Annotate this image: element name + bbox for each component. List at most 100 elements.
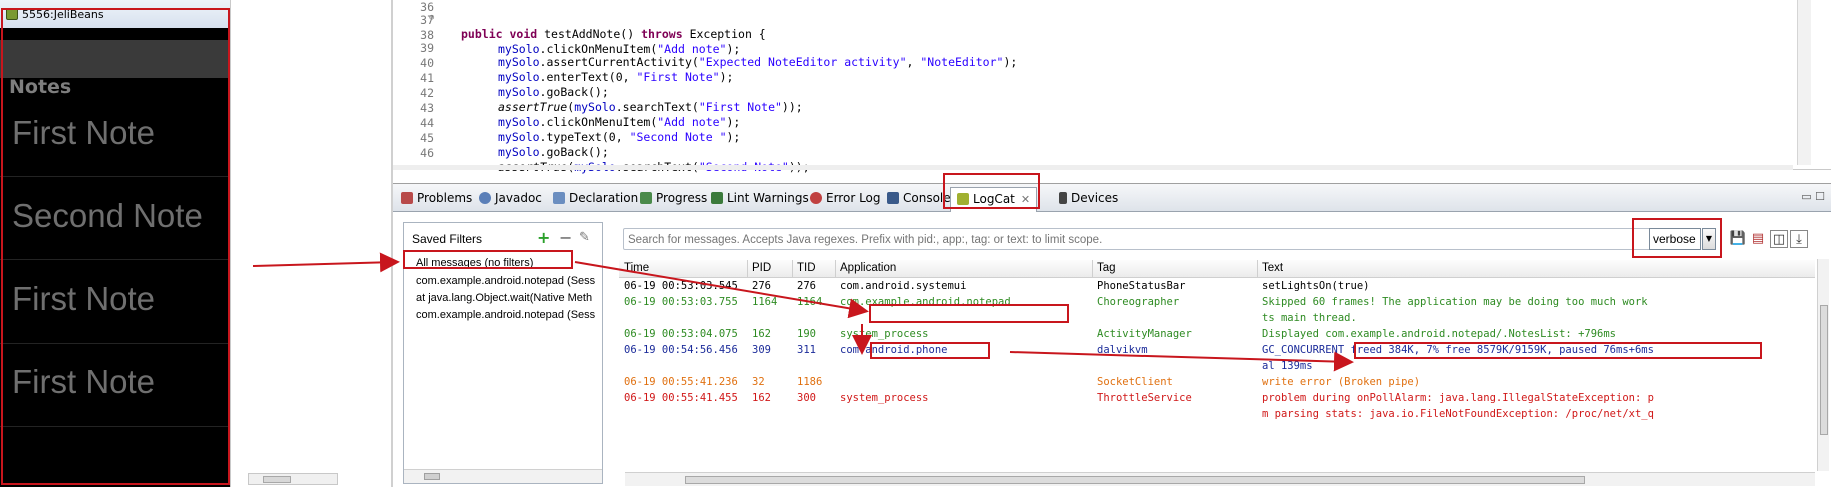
- log-row[interactable]: 06-19 00:53:03.545 276 276 com.android.syst…: [619, 279, 1815, 295]
- log-pid: 32: [752, 376, 765, 388]
- code-line: 37 ⊖ public void testAddNote() throws Exc…: [393, 13, 1793, 41]
- editor-vertical-scrollbar[interactable]: [1797, 0, 1811, 165]
- log-row[interactable]: 06-19 00:55:41.236 32 1186 SocketClient writ…: [619, 375, 1815, 391]
- log-row-continuation[interactable]: al 139ms: [619, 359, 1815, 375]
- panel-window-controls[interactable]: ▭ ☐: [1801, 190, 1825, 203]
- column-divider[interactable]: [1257, 260, 1258, 278]
- line-number: 45: [420, 131, 434, 145]
- line-number: 43: [420, 101, 434, 115]
- line-number: 46: [420, 146, 434, 160]
- log-text: setLightsOn(true): [1262, 280, 1370, 292]
- tab-label: Declaration: [569, 191, 639, 205]
- log-row-continuation[interactable]: ts main thread.: [619, 311, 1815, 327]
- code-line: 40 mySolo.enterText(0, "First Note");: [393, 56, 1793, 84]
- log-pid: 162: [752, 328, 771, 340]
- tab-devices[interactable]: Devices: [1053, 187, 1124, 211]
- logcat-table-header: Time PID TID Application Tag Text: [619, 260, 1815, 278]
- log-pid: 162: [752, 392, 771, 404]
- filters-horizontal-scrollbar[interactable]: [404, 469, 602, 483]
- log-row[interactable]: 06-19 00:53:03.755 1164 1164 com.example.an…: [619, 295, 1815, 311]
- tab-lint-warnings[interactable]: Lint Warnings: [705, 187, 815, 211]
- tab-declaration[interactable]: Declaration: [547, 187, 644, 211]
- explorer-pane: [230, 0, 390, 487]
- log-row-continuation[interactable]: m parsing stats: java.io.FileNotFoundExc…: [619, 407, 1815, 423]
- filter-item[interactable]: com.example.android.notepad (Sess: [416, 309, 598, 325]
- column-divider[interactable]: [1092, 260, 1093, 278]
- clear-log-icon[interactable]: ▤: [1749, 230, 1767, 248]
- tab-problems[interactable]: Problems: [395, 187, 478, 211]
- log-tag: ActivityManager: [1097, 328, 1192, 340]
- log-text: Skipped 60 frames! The application may b…: [1262, 296, 1648, 308]
- tab-label: Error Log: [826, 191, 881, 205]
- logcat-search-input[interactable]: [628, 231, 1648, 248]
- column-header-pid[interactable]: PID: [752, 262, 771, 274]
- log-application: system_process: [840, 392, 929, 404]
- log-tid: 1164: [797, 296, 823, 308]
- log-time: 06-19 00:53:03.755: [624, 296, 738, 308]
- explorer-horizontal-scrollbar[interactable]: [248, 473, 338, 485]
- annotation-box-displayed-text: [1354, 342, 1762, 359]
- annotation-box-logcat-tab: [943, 173, 1040, 209]
- line-number: 38: [420, 28, 434, 42]
- scrollbar-thumb[interactable]: [685, 476, 1585, 484]
- scrollbar-thumb[interactable]: [424, 473, 440, 480]
- column-divider[interactable]: [835, 260, 836, 278]
- logcat-search-box[interactable]: [623, 228, 1653, 250]
- edit-filter-icon[interactable]: ✎: [579, 230, 590, 246]
- fold-icon[interactable]: ⊖: [429, 13, 434, 23]
- column-divider[interactable]: [747, 260, 748, 278]
- code-line: 42 assertTrue(mySolo.searchText("First N…: [393, 86, 1793, 114]
- log-time: 06-19 00:55:41.236: [624, 376, 738, 388]
- log-time: 06-19 00:54:56.456: [624, 344, 738, 356]
- log-pid: 309: [752, 344, 771, 356]
- column-header-application[interactable]: Application: [840, 262, 896, 274]
- annotation-box-emulator: [1, 8, 230, 485]
- filter-item[interactable]: at java.lang.Object.wait(Native Meth: [416, 292, 598, 308]
- log-row[interactable]: 06-19 00:53:04.075 162 190 system_process Ac…: [619, 327, 1815, 343]
- code-line: 46 assertTrue(mySolo.searchText("Second …: [393, 146, 1793, 174]
- log-horizontal-scrollbar[interactable]: [625, 472, 1815, 486]
- line-number: 39: [420, 41, 434, 55]
- tab-javadoc[interactable]: Javadoc: [473, 187, 548, 211]
- tab-progress[interactable]: Progress: [634, 187, 713, 211]
- line-number: 36: [420, 0, 434, 14]
- progress-icon: [640, 192, 652, 204]
- log-tid: 311: [797, 344, 816, 356]
- line-number: 42: [420, 86, 434, 100]
- annotation-box-verbose: [1632, 218, 1722, 258]
- log-text: problem during onPollAlarm: java.lang.Il…: [1262, 392, 1654, 404]
- log-application: com.android.systemui: [840, 280, 967, 292]
- scroll-lock-icon[interactable]: ⤓: [1790, 230, 1808, 248]
- toggle-filters-icon[interactable]: ◫: [1770, 230, 1788, 248]
- line-number: 41: [420, 71, 434, 85]
- maximize-icon[interactable]: ☐: [1815, 190, 1825, 203]
- scrollbar-thumb[interactable]: [1820, 305, 1828, 435]
- code-editor[interactable]: 36 37 ⊖ public void testAddNote() throws …: [393, 0, 1831, 174]
- javadoc-icon: [479, 192, 491, 204]
- log-vertical-scrollbar[interactable]: [1817, 259, 1829, 471]
- column-divider[interactable]: [792, 260, 793, 278]
- log-tag: ThrottleService: [1097, 392, 1192, 404]
- bottom-panel: Problems Javadoc Declaration Progress Li…: [393, 183, 1831, 487]
- error-log-icon: [810, 192, 822, 204]
- code-line: 44 mySolo.typeText(0, "Second Note ");: [393, 116, 1793, 144]
- add-filter-icon[interactable]: +: [537, 230, 550, 246]
- tab-label: Problems: [417, 191, 473, 205]
- column-header-time[interactable]: Time: [624, 262, 649, 274]
- log-tid: 190: [797, 328, 816, 340]
- save-log-icon[interactable]: 💾: [1729, 230, 1747, 248]
- line-number: 44: [420, 116, 434, 130]
- log-text: m parsing stats: java.io.FileNotFoundExc…: [1262, 408, 1654, 420]
- column-header-tid[interactable]: TID: [797, 262, 816, 274]
- minimize-icon[interactable]: ▭: [1801, 190, 1811, 203]
- remove-filter-icon[interactable]: −: [559, 230, 572, 246]
- column-header-tag[interactable]: Tag: [1097, 262, 1116, 274]
- scrollbar-thumb[interactable]: [263, 476, 291, 483]
- column-header-text[interactable]: Text: [1262, 262, 1283, 274]
- log-tag: dalvikvm: [1097, 344, 1148, 356]
- log-row[interactable]: 06-19 00:55:41.455 162 300 system_process Th…: [619, 391, 1815, 407]
- filter-item[interactable]: com.example.android.notepad (Sess: [416, 275, 598, 291]
- problems-icon: [401, 192, 413, 204]
- tab-error-log[interactable]: Error Log: [804, 187, 887, 211]
- editor-horizontal-scrollbar[interactable]: [393, 165, 1793, 170]
